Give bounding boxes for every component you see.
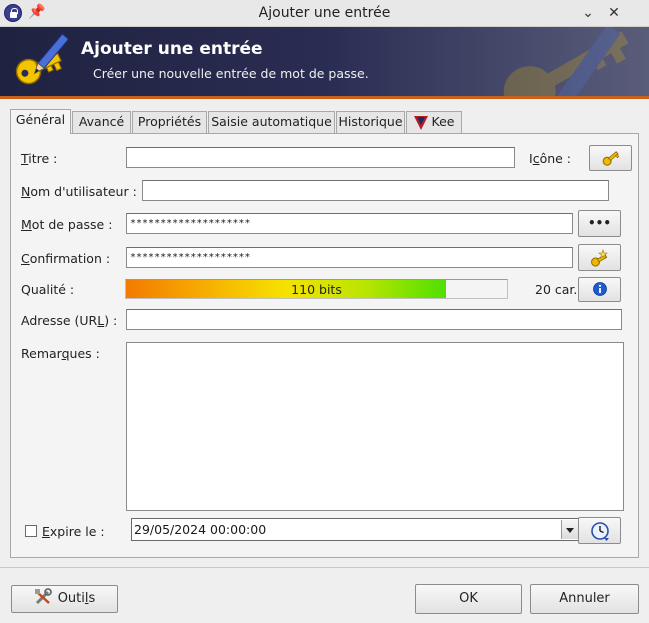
- tools-button[interactable]: Outils: [11, 585, 118, 613]
- confirmation-label: Confirmation :: [21, 251, 111, 266]
- clock-icon: [590, 522, 609, 541]
- username-label: Nom d'utilisateur :: [21, 184, 137, 199]
- title-label: Titre :: [21, 151, 58, 166]
- tab-properties[interactable]: Propriétés: [132, 111, 207, 133]
- title-input[interactable]: [126, 147, 515, 168]
- add-entry-icon: [15, 33, 68, 85]
- tab-history[interactable]: Historique: [336, 111, 405, 133]
- window-title: Ajouter une entrée: [258, 5, 391, 21]
- password-generator-button[interactable]: [578, 244, 621, 271]
- url-input[interactable]: [126, 309, 622, 330]
- tools-icon: [34, 588, 52, 605]
- quality-info-button[interactable]: [578, 277, 621, 302]
- minimize-button[interactable]: ⌄: [578, 3, 598, 23]
- close-button[interactable]: ✕: [604, 3, 624, 23]
- quality-bits: 110 bits: [291, 282, 342, 297]
- url-label: Adresse (URL) :: [21, 313, 118, 328]
- banner-title: Ajouter une entrée: [81, 39, 263, 59]
- show-password-button[interactable]: •••: [578, 210, 621, 237]
- quality-label: Qualité :: [21, 282, 75, 297]
- username-input[interactable]: [142, 180, 609, 201]
- password-length: 20 car.: [535, 282, 578, 297]
- expiry-presets-button[interactable]: [578, 517, 621, 544]
- header-banner: Ajouter une entrée Créer une nouvelle en…: [0, 27, 649, 99]
- kee-icon: [413, 115, 428, 130]
- expires-checkbox[interactable]: [25, 525, 37, 537]
- tab-auto-type[interactable]: Saisie automatique: [208, 111, 335, 133]
- notes-textarea[interactable]: [126, 342, 624, 511]
- tab-general[interactable]: Général: [10, 109, 71, 134]
- password-quality-bar: 110 bits: [125, 279, 508, 299]
- confirmation-input[interactable]: ********************: [126, 247, 573, 268]
- expiry-date-input[interactable]: 29/05/2024 00:00:00: [131, 518, 579, 541]
- tab-advanced[interactable]: Avancé: [72, 111, 131, 133]
- banner-subtitle: Créer une nouvelle entrée de mot de pass…: [93, 66, 369, 81]
- password-generator-icon: [590, 249, 608, 267]
- tab-kee[interactable]: Kee: [406, 111, 462, 133]
- icon-label: Icône :: [529, 151, 572, 166]
- key-icon: [602, 151, 619, 166]
- expires-label[interactable]: Expire le :: [42, 524, 105, 539]
- footer-divider: [0, 567, 649, 568]
- notes-label: Remarques :: [21, 346, 100, 361]
- password-label: Mot de passe :: [21, 217, 113, 232]
- banner-watermark-icon: [503, 27, 629, 96]
- cancel-button[interactable]: Annuler: [530, 584, 639, 614]
- expiry-dropdown-button[interactable]: [561, 520, 578, 539]
- ok-button[interactable]: OK: [415, 584, 522, 614]
- info-icon: [592, 282, 607, 296]
- title-bar: 📌 Ajouter une entrée ⌄ ✕: [0, 0, 649, 27]
- password-input[interactable]: ********************: [126, 213, 573, 234]
- icon-picker-button[interactable]: [589, 145, 632, 171]
